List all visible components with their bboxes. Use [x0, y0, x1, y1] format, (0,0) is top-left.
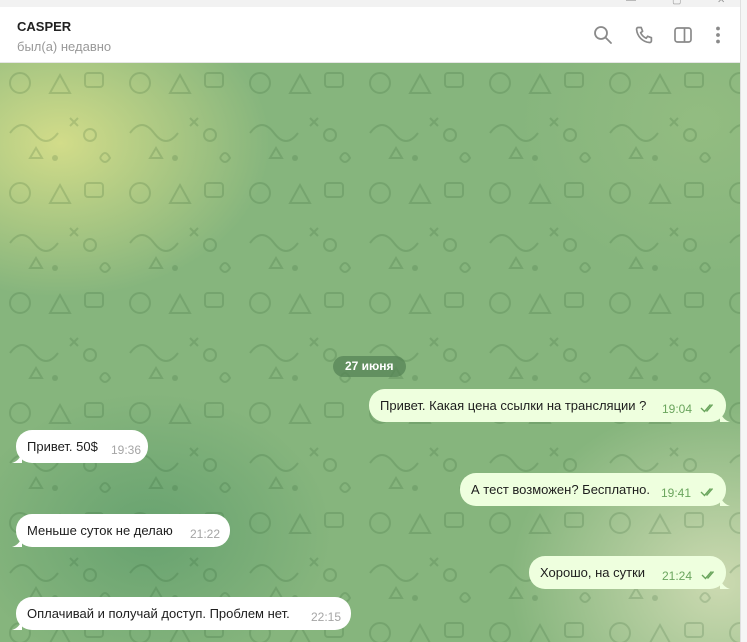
telegram-window: — ▢ ✕ CASPER был(а) недавно 27 июня Прив…: [0, 0, 747, 642]
chat-status: был(а) недавно: [17, 39, 112, 54]
phone-icon[interactable]: [633, 24, 655, 46]
bubble-tail: [12, 453, 22, 463]
window-edge: [740, 0, 747, 642]
message-time: 19:41: [661, 486, 692, 500]
double-check-icon: [700, 488, 714, 497]
message-bubble-incoming[interactable]: Оплачивай и получай доступ. Проблем нет.…: [12, 597, 351, 630]
search-icon[interactable]: [592, 24, 614, 46]
minimize-icon[interactable]: —: [626, 0, 636, 6]
title-bar: — ▢ ✕: [0, 0, 747, 7]
message-time: 21:24: [662, 569, 693, 583]
message-text: Оплачивай и получай доступ. Проблем нет.: [27, 606, 290, 621]
bubble-tail: [12, 537, 22, 547]
chat-area[interactable]: 27 июня Привет. Какая цена ссылки на тра…: [0, 63, 741, 642]
message-text: Меньше суток не делаю: [27, 523, 173, 538]
bubble-tail: [12, 620, 22, 630]
message-time: 19:36: [111, 443, 142, 457]
message-text: Привет. Какая цена ссылки на трансляции …: [380, 398, 647, 413]
double-check-icon: [700, 404, 714, 413]
chat-title[interactable]: CASPER: [17, 19, 71, 34]
maximize-icon[interactable]: ▢: [672, 0, 681, 6]
more-vertical-icon[interactable]: [707, 24, 729, 46]
message-time: 22:15: [311, 610, 342, 624]
date-separator: 27 июня: [333, 356, 406, 377]
bubble-tail: [720, 412, 730, 422]
bubble-tail: [720, 496, 730, 506]
message-bubble-outgoing[interactable]: А тест возможен? Бесплатно. 19:41: [460, 473, 730, 506]
message-text: Привет. 50$: [27, 439, 98, 454]
sidebar-toggle-icon[interactable]: [672, 24, 694, 46]
chat-header: CASPER был(а) недавно: [0, 7, 741, 63]
message-bubble-outgoing[interactable]: Хорошо, на сутки 21:24: [529, 556, 730, 589]
message-text: Хорошо, на сутки: [540, 565, 646, 580]
message-text: А тест возможен? Бесплатно.: [471, 482, 650, 497]
bubble-tail: [720, 579, 730, 589]
double-check-icon: [701, 571, 715, 580]
message-bubble-incoming[interactable]: Привет. 50$ 19:36: [12, 430, 148, 463]
message-bubble-outgoing[interactable]: Привет. Какая цена ссылки на трансляции …: [369, 389, 730, 422]
close-icon[interactable]: ✕: [717, 0, 725, 6]
message-time: 19:04: [662, 402, 693, 416]
message-time: 21:22: [190, 527, 221, 541]
message-bubble-incoming[interactable]: Меньше суток не делаю 21:22: [12, 514, 230, 547]
